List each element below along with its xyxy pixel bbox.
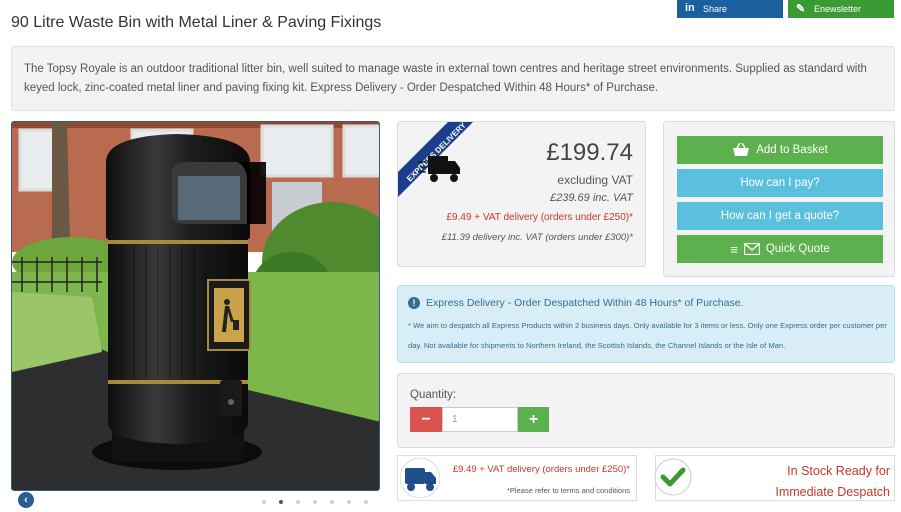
info-icon: ! bbox=[408, 297, 420, 309]
share-button[interactable]: in Share bbox=[677, 0, 783, 18]
carousel-dot[interactable] bbox=[347, 500, 351, 504]
add-to-basket-button[interactable]: Add to Basket bbox=[677, 136, 883, 164]
newsletter-button[interactable]: ✎ Enewsletter bbox=[788, 0, 894, 18]
price-inc-vat: £239.69 inc. VAT bbox=[550, 192, 633, 204]
quantity-panel: Quantity: − + bbox=[397, 373, 895, 448]
price-panel: EXPRESS DELIVERY £199.74 excluding VAT £… bbox=[397, 121, 646, 267]
carousel-dot[interactable] bbox=[262, 500, 266, 504]
how-can-i-pay-button[interactable]: How can I pay? bbox=[677, 169, 883, 197]
menu-icon: ≡ bbox=[730, 241, 738, 257]
quantity-decrease-button[interactable]: − bbox=[410, 407, 442, 432]
delivery-truck-icon bbox=[400, 458, 440, 498]
quick-quote-label: Quick Quote bbox=[765, 243, 830, 255]
express-delivery-note: * We aim to despatch all Express Product… bbox=[408, 321, 887, 350]
product-image[interactable] bbox=[11, 121, 380, 491]
add-to-basket-label: Add to Basket bbox=[756, 144, 828, 156]
description-text: The Topsy Royale is an outdoor tradition… bbox=[24, 63, 867, 94]
delivery-terms-note: *Please refer to terms and conditions bbox=[507, 486, 630, 495]
envelope-icon bbox=[743, 243, 760, 255]
chevron-left-icon: ‹ bbox=[24, 494, 28, 506]
carousel-dot[interactable] bbox=[364, 500, 368, 504]
carousel-dot[interactable] bbox=[296, 500, 300, 504]
linkedin-icon: in bbox=[685, 2, 695, 14]
newsletter-label: Enewsletter bbox=[814, 4, 862, 14]
litter-bin-photo bbox=[12, 122, 379, 490]
stock-status: In Stock Ready for Immediate Despatch bbox=[775, 464, 890, 499]
basket-icon bbox=[733, 143, 750, 156]
how-can-i-get-quote-button[interactable]: How can I get a quote? bbox=[677, 202, 883, 230]
price-ex-vat-label: excluding VAT bbox=[557, 173, 633, 187]
quantity-label: Quantity: bbox=[410, 389, 457, 401]
carousel-dot[interactable] bbox=[279, 500, 283, 504]
quantity-increase-button[interactable]: + bbox=[518, 407, 549, 432]
newsletter-icon: ✎ bbox=[796, 3, 806, 15]
express-delivery-info: ! Express Delivery - Order Despatched Wi… bbox=[397, 285, 895, 363]
delivery-price: £9.49 + VAT delivery (orders under £250)… bbox=[446, 212, 634, 223]
delivery-price-inc-vat: £11.39 delivery inc. VAT (orders under £… bbox=[441, 232, 633, 243]
quick-quote-button[interactable]: ≡ Quick Quote bbox=[677, 235, 883, 263]
how-can-i-get-quote-label: How can I get a quote? bbox=[720, 210, 840, 222]
page-title: 90 Litre Waste Bin with Metal Liner & Pa… bbox=[11, 14, 382, 31]
quantity-input[interactable] bbox=[442, 407, 518, 432]
delivery-panel-text: £9.49 + VAT delivery (orders under £250)… bbox=[452, 464, 630, 475]
carousel-dot[interactable] bbox=[330, 500, 334, 504]
carousel-dot[interactable] bbox=[313, 500, 317, 504]
check-icon bbox=[654, 458, 692, 496]
carousel-prev-button[interactable]: ‹ bbox=[18, 492, 34, 508]
express-delivery-title: Express Delivery - Order Despatched With… bbox=[426, 297, 744, 309]
action-panel: Add to Basket How can I pay? How can I g… bbox=[663, 121, 895, 277]
how-can-i-pay-label: How can I pay? bbox=[740, 177, 820, 189]
price-amount: £199.74 bbox=[546, 139, 633, 166]
share-label: Share bbox=[703, 4, 728, 14]
truck-icon bbox=[418, 156, 460, 182]
product-description: The Topsy Royale is an outdoor tradition… bbox=[11, 46, 895, 111]
